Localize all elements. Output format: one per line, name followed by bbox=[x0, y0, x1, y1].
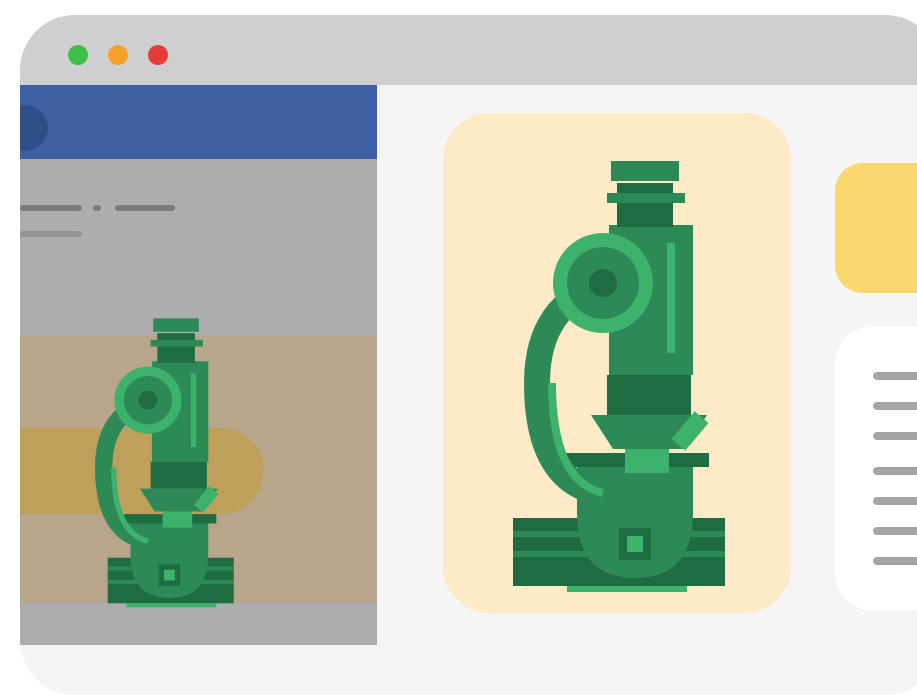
close-button[interactable] bbox=[148, 45, 168, 65]
text-placeholder bbox=[873, 527, 917, 535]
text-placeholder bbox=[873, 557, 917, 565]
text-placeholder bbox=[115, 205, 175, 211]
text-card bbox=[835, 327, 917, 610]
preview-header bbox=[20, 85, 377, 159]
sidebar-preview bbox=[20, 85, 377, 645]
text-placeholder bbox=[873, 467, 917, 475]
app-window bbox=[20, 15, 917, 695]
text-placeholder bbox=[873, 402, 917, 410]
title-bar bbox=[20, 15, 917, 85]
text-placeholder bbox=[873, 497, 917, 505]
text-placeholder bbox=[20, 205, 82, 211]
microscope-icon bbox=[513, 161, 725, 592]
avatar bbox=[20, 105, 48, 151]
main-content bbox=[377, 85, 917, 695]
maximize-button[interactable] bbox=[68, 45, 88, 65]
highlight-card bbox=[835, 163, 917, 293]
minimize-button[interactable] bbox=[108, 45, 128, 65]
text-placeholder bbox=[93, 205, 101, 211]
text-placeholder bbox=[20, 231, 82, 237]
text-placeholder bbox=[873, 432, 917, 440]
text-placeholder bbox=[873, 372, 917, 380]
hero-card bbox=[443, 113, 791, 613]
microscope-icon bbox=[94, 318, 234, 608]
